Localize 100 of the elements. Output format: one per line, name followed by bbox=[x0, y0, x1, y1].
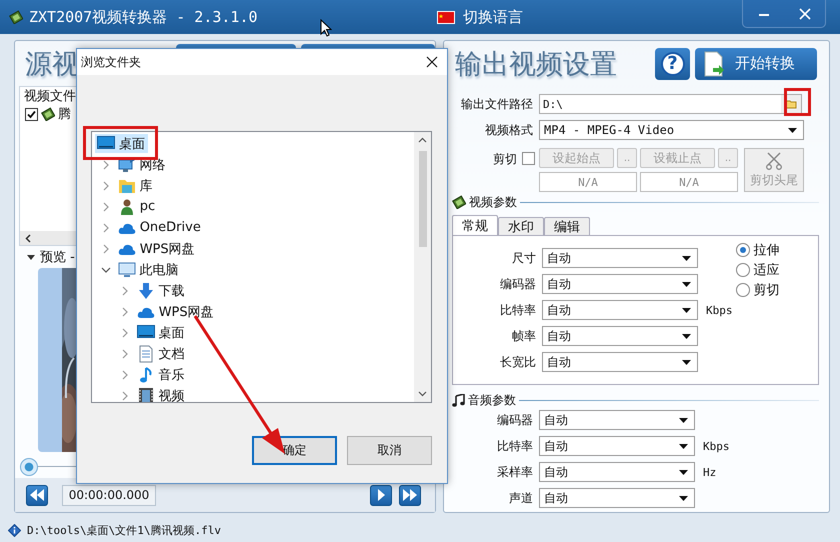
dialog-title: 浏览文件夹 bbox=[81, 54, 141, 70]
tree-item[interactable]: pc bbox=[116, 197, 158, 216]
time-field: 00:00:00.000 bbox=[62, 484, 156, 506]
fast-forward-button[interactable] bbox=[399, 484, 421, 506]
scroll-thumb[interactable] bbox=[418, 151, 426, 247]
caret-icon bbox=[682, 308, 691, 312]
tree-item[interactable]: WPS网盘 bbox=[134, 302, 217, 321]
help-button[interactable]: ? bbox=[655, 48, 690, 80]
radio-label: 剪切 bbox=[754, 282, 780, 299]
dropdown[interactable]: 自动 bbox=[542, 300, 698, 320]
caret-icon bbox=[682, 360, 691, 364]
radio-label: 适应 bbox=[754, 262, 780, 279]
dropdown[interactable]: 自动 bbox=[542, 274, 698, 294]
tree-item[interactable]: 音乐 bbox=[134, 365, 188, 384]
tab[interactable]: 常规 bbox=[452, 215, 498, 235]
scroll-up-icon bbox=[418, 137, 427, 143]
file-name: 腾 bbox=[58, 106, 71, 123]
unit-label: Kbps bbox=[703, 440, 730, 452]
tab[interactable]: 水印 bbox=[498, 217, 544, 235]
close-icon bbox=[798, 8, 810, 20]
tree-item[interactable]: 下载 bbox=[134, 281, 188, 300]
window-title: ZXT2007视频转换器 - 2.3.1.0 bbox=[29, 8, 258, 26]
unit-label: Hz bbox=[703, 466, 716, 478]
dropdown[interactable]: MP4 - MPEG-4 Video bbox=[539, 120, 804, 140]
field-label: 编码器 bbox=[499, 276, 536, 292]
caret-icon bbox=[788, 128, 797, 132]
tree-item[interactable]: 此电脑 bbox=[116, 260, 182, 279]
dropdown[interactable]: 自动 bbox=[542, 248, 698, 268]
tree-item[interactable]: 文档 bbox=[134, 344, 188, 363]
time-field[interactable]: N/A bbox=[539, 172, 637, 192]
app-icon bbox=[9, 10, 23, 24]
language-button[interactable]: 切换语言 bbox=[437, 5, 537, 29]
tree-item[interactable]: 库 bbox=[116, 176, 156, 195]
caret-icon bbox=[679, 444, 688, 448]
scissors-icon bbox=[765, 152, 783, 170]
field-label: 尺寸 bbox=[511, 250, 536, 266]
music-note-icon bbox=[452, 394, 465, 406]
scroll-left-icon bbox=[25, 234, 31, 242]
film-icon bbox=[41, 107, 55, 121]
caret-icon bbox=[679, 496, 688, 500]
radio-button[interactable] bbox=[736, 263, 750, 277]
rewind-icon bbox=[30, 489, 44, 501]
field-label: 编码器 bbox=[496, 412, 533, 428]
field-label: 输出文件路径 bbox=[460, 96, 533, 112]
radio-label: 拉伸 bbox=[754, 242, 780, 259]
tree-item[interactable]: 桌面 bbox=[95, 134, 148, 153]
folder-icon bbox=[785, 99, 797, 109]
field-label: 剪切 bbox=[493, 151, 517, 168]
time-field[interactable]: N/A bbox=[640, 172, 738, 192]
dropdown[interactable]: 自动 bbox=[539, 436, 695, 456]
radio-button[interactable] bbox=[736, 283, 750, 297]
slider-thumb[interactable] bbox=[20, 458, 38, 476]
field-label: 比特率 bbox=[496, 438, 533, 454]
tree-item[interactable]: 视频 bbox=[134, 386, 188, 402]
field-label: 帧率 bbox=[511, 328, 536, 344]
dropdown[interactable]: 自动 bbox=[542, 352, 698, 372]
checkbox[interactable] bbox=[25, 108, 38, 120]
field-label: 长宽比 bbox=[499, 354, 536, 370]
close-icon bbox=[426, 56, 438, 68]
scroll-down-icon bbox=[418, 391, 427, 397]
vertical-scrollbar[interactable] bbox=[414, 132, 431, 402]
radio-button[interactable] bbox=[736, 243, 750, 257]
caret-icon bbox=[679, 418, 688, 422]
caret-icon bbox=[682, 334, 691, 338]
fast-forward-icon bbox=[403, 489, 417, 501]
path-field[interactable]: D:\ bbox=[539, 94, 802, 114]
cursor-icon bbox=[320, 19, 332, 38]
field-label: 采样率 bbox=[496, 464, 533, 480]
caret-icon bbox=[27, 254, 35, 260]
column-header: 视频文件 bbox=[24, 88, 76, 105]
section-title: 视频参数 bbox=[469, 194, 517, 210]
field-label: 比特率 bbox=[499, 302, 536, 318]
preview-label: 预览 - bbox=[40, 249, 75, 266]
button[interactable]: 取消 bbox=[347, 436, 432, 465]
field-label: 声道 bbox=[508, 490, 533, 506]
dropdown[interactable]: 自动 bbox=[539, 462, 695, 482]
tree-item[interactable]: WPS网盘 bbox=[116, 239, 198, 258]
monitor-icon bbox=[118, 260, 136, 278]
status-text: D:\tools\桌面\文件1\腾讯视频.flv bbox=[27, 522, 221, 538]
section-title: 音频参数 bbox=[468, 392, 516, 408]
checkbox[interactable] bbox=[522, 152, 535, 165]
tab[interactable]: 编辑 bbox=[544, 217, 590, 235]
check-icon bbox=[27, 110, 36, 118]
dropdown[interactable]: 自动 bbox=[542, 326, 698, 346]
down-arrow-icon bbox=[136, 282, 155, 300]
unit-label: Kbps bbox=[706, 304, 732, 316]
tree-item[interactable]: 桌面 bbox=[134, 323, 188, 342]
document-icon bbox=[136, 344, 155, 362]
caret-icon bbox=[679, 470, 688, 474]
dropdown[interactable]: 自动 bbox=[539, 410, 695, 430]
caret-icon bbox=[682, 282, 691, 286]
start-button[interactable]: 开始转换 bbox=[695, 48, 817, 80]
film-icon bbox=[452, 195, 466, 209]
caret-icon bbox=[682, 256, 691, 260]
tree-item[interactable]: OneDrive bbox=[116, 218, 204, 237]
field-label: 视频格式 bbox=[484, 122, 533, 138]
rewind-button[interactable] bbox=[26, 484, 48, 506]
dropdown[interactable]: 自动 bbox=[539, 488, 695, 508]
info-icon bbox=[8, 524, 21, 536]
play-button[interactable] bbox=[370, 484, 392, 506]
